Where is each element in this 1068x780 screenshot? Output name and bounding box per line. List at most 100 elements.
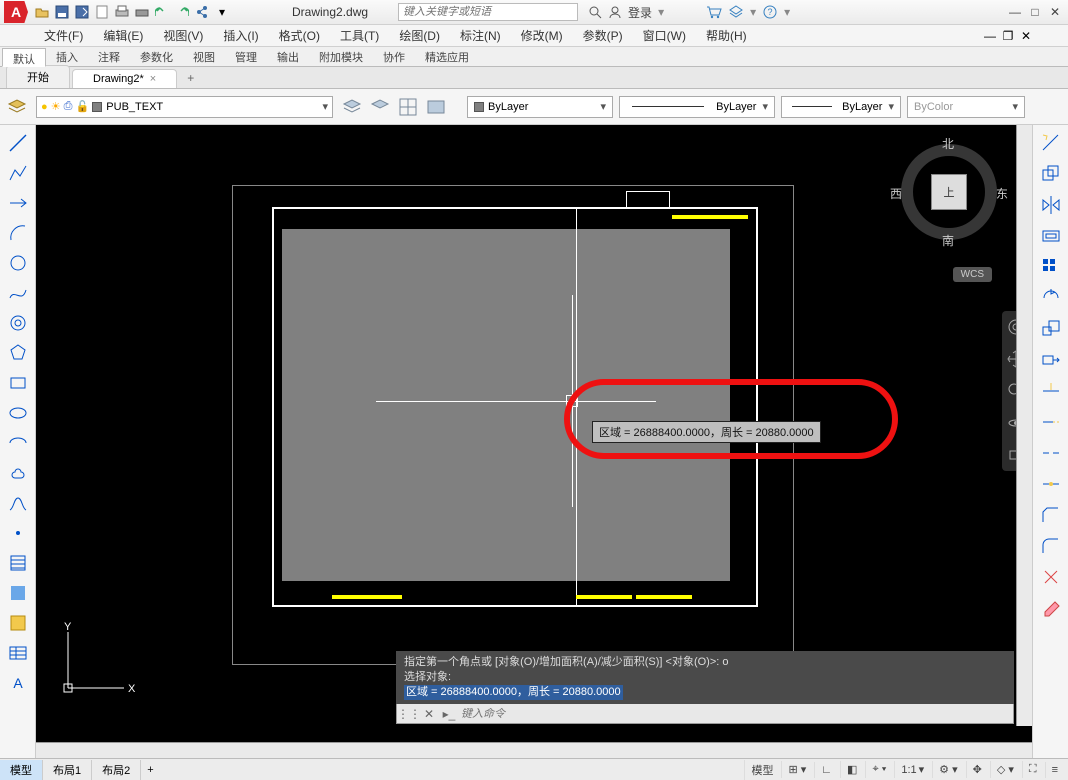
ribbon-tab-addons[interactable]: 附加模块 xyxy=(309,47,373,66)
spline2-tool[interactable] xyxy=(3,489,33,517)
mdi-restore[interactable]: ❐ xyxy=(1000,29,1016,43)
doc-tab-close-icon[interactable]: × xyxy=(150,73,156,85)
status-iso-icon[interactable]: ◇ ▾ xyxy=(990,761,1020,778)
ribbon-tab-manage[interactable]: 管理 xyxy=(225,47,267,66)
circle-tool[interactable] xyxy=(3,249,33,277)
text-tool[interactable]: A xyxy=(3,669,33,697)
table-tool[interactable] xyxy=(3,639,33,667)
ribbon-tab-view[interactable]: 视图 xyxy=(183,47,225,66)
user-icon[interactable] xyxy=(608,5,622,19)
menu-param[interactable]: 参数(P) xyxy=(573,25,633,46)
status-snap-icon[interactable]: ∟ xyxy=(814,762,838,778)
status-ortho-icon[interactable]: ◧ xyxy=(840,761,863,778)
ribbon-tab-collab[interactable]: 协作 xyxy=(373,47,415,66)
doc-tab-start[interactable]: 开始 xyxy=(6,65,70,88)
mod-explode-tool[interactable] xyxy=(1036,563,1066,591)
scrollbar-vertical[interactable] xyxy=(1016,125,1032,726)
login-label[interactable]: 登录 xyxy=(628,4,652,21)
menu-window[interactable]: 窗口(W) xyxy=(633,25,696,46)
plotstyle-dropdown[interactable]: ByColor▾ xyxy=(907,96,1025,118)
help-icon[interactable]: ? xyxy=(762,4,778,20)
menu-edit[interactable]: 编辑(E) xyxy=(93,25,153,46)
plot-icon[interactable] xyxy=(112,2,132,22)
ellipse-tool[interactable] xyxy=(3,399,33,427)
polygon-tool[interactable] xyxy=(3,339,33,367)
status-grid-icon[interactable]: ⊞ ▾ xyxy=(781,761,812,778)
scrollbar-horizontal[interactable] xyxy=(36,742,1032,758)
save-icon[interactable] xyxy=(52,2,72,22)
doc-tab-active[interactable]: Drawing2*× xyxy=(72,69,177,88)
arc-tool[interactable] xyxy=(3,219,33,247)
mod-rotate-tool[interactable] xyxy=(1036,284,1066,312)
menu-insert[interactable]: 插入(I) xyxy=(213,25,268,46)
cart-icon[interactable] xyxy=(706,5,722,19)
color-dropdown[interactable]: ByLayer▾ xyxy=(467,96,613,118)
mod-stretch-tool[interactable] xyxy=(1036,346,1066,374)
point-tool[interactable] xyxy=(3,519,33,547)
mod-erase-tool[interactable] xyxy=(1036,594,1066,622)
ellipse-arc-tool[interactable] xyxy=(3,429,33,457)
menu-draw[interactable]: 绘图(D) xyxy=(389,25,450,46)
cmd-clear-icon[interactable]: ✕ xyxy=(421,706,437,722)
viewcube-w[interactable]: 西 xyxy=(890,185,902,202)
mod-scale-tool[interactable] xyxy=(1036,315,1066,343)
mdi-close[interactable]: ✕ xyxy=(1018,29,1034,43)
ray-tool[interactable] xyxy=(3,189,33,217)
qat-more-icon[interactable]: ▾ xyxy=(212,2,232,22)
cmd-handle-icon[interactable]: ⋮⋮ xyxy=(401,706,417,722)
ribbon-tab-output[interactable]: 输出 xyxy=(267,47,309,66)
layer-properties-icon[interactable] xyxy=(4,94,30,120)
status-osnap-icon[interactable]: ⌖ ▾ xyxy=(865,761,892,778)
gradient-tool[interactable] xyxy=(3,579,33,607)
status-gear-icon[interactable]: ⚙ ▾ xyxy=(932,761,963,778)
region-tool[interactable] xyxy=(3,609,33,637)
layer-prev-icon[interactable] xyxy=(423,94,449,120)
viewcube[interactable]: 上 北 南 东 西 xyxy=(894,137,1004,247)
menu-help[interactable]: 帮助(H) xyxy=(696,25,757,46)
donut-tool[interactable] xyxy=(3,309,33,337)
viewcube-n[interactable]: 北 xyxy=(942,135,954,152)
cmd-recent-icon[interactable]: ▸_ xyxy=(441,706,457,722)
open-icon[interactable] xyxy=(32,2,52,22)
new-icon[interactable] xyxy=(92,2,112,22)
ribbon-tab-default[interactable]: 默认 xyxy=(2,48,46,67)
ribbon-tab-annotate[interactable]: 注释 xyxy=(88,47,130,66)
model-canvas[interactable]: 区域 = 26888400.0000，周长 = 20880.0000 X Y 上… xyxy=(36,125,1032,742)
mod-copy-tool[interactable] xyxy=(1036,160,1066,188)
layer-state-icon[interactable] xyxy=(339,94,365,120)
status-model[interactable]: 模型 xyxy=(744,760,779,780)
menu-view[interactable]: 视图(V) xyxy=(153,25,213,46)
menu-tools[interactable]: 工具(T) xyxy=(330,25,389,46)
layer-iso-icon[interactable] xyxy=(367,94,393,120)
linetype-dropdown[interactable]: ByLayer▾ xyxy=(619,96,775,118)
command-line[interactable]: ⋮⋮ ✕ ▸_ xyxy=(396,704,1014,724)
viewcube-s[interactable]: 南 xyxy=(942,232,954,249)
wcs-badge[interactable]: WCS xyxy=(953,267,992,282)
hatch-tool[interactable] xyxy=(3,549,33,577)
app-exchange-icon[interactable] xyxy=(728,5,744,19)
layer-match-icon[interactable] xyxy=(395,94,421,120)
line-tool[interactable] xyxy=(3,129,33,157)
status-anno-icon[interactable]: ✥ xyxy=(966,761,988,778)
mdi-minimize[interactable]: — xyxy=(982,29,998,43)
menu-dimension[interactable]: 标注(N) xyxy=(450,25,511,46)
app-logo[interactable]: A xyxy=(4,1,28,23)
rectangle-tool[interactable] xyxy=(3,369,33,397)
close-button[interactable]: ✕ xyxy=(1046,5,1064,19)
viewcube-e[interactable]: 东 xyxy=(996,185,1008,202)
maximize-button[interactable]: □ xyxy=(1026,5,1044,19)
doc-tab-new[interactable]: + xyxy=(179,68,202,88)
mod-move-tool[interactable] xyxy=(1036,129,1066,157)
mod-join-tool[interactable] xyxy=(1036,470,1066,498)
menu-format[interactable]: 格式(O) xyxy=(269,25,330,46)
status-scale[interactable]: 1:1 ▾ xyxy=(894,761,930,778)
status-custom-icon[interactable]: ≡ xyxy=(1045,762,1064,778)
mod-extend-tool[interactable] xyxy=(1036,408,1066,436)
saveas-icon[interactable] xyxy=(72,2,92,22)
mod-fillet-tool[interactable] xyxy=(1036,532,1066,560)
mod-array-tool[interactable] xyxy=(1036,253,1066,281)
minimize-button[interactable]: — xyxy=(1006,5,1024,19)
mod-break-tool[interactable] xyxy=(1036,439,1066,467)
revcloud-tool[interactable] xyxy=(3,459,33,487)
mod-offset-tool[interactable] xyxy=(1036,222,1066,250)
